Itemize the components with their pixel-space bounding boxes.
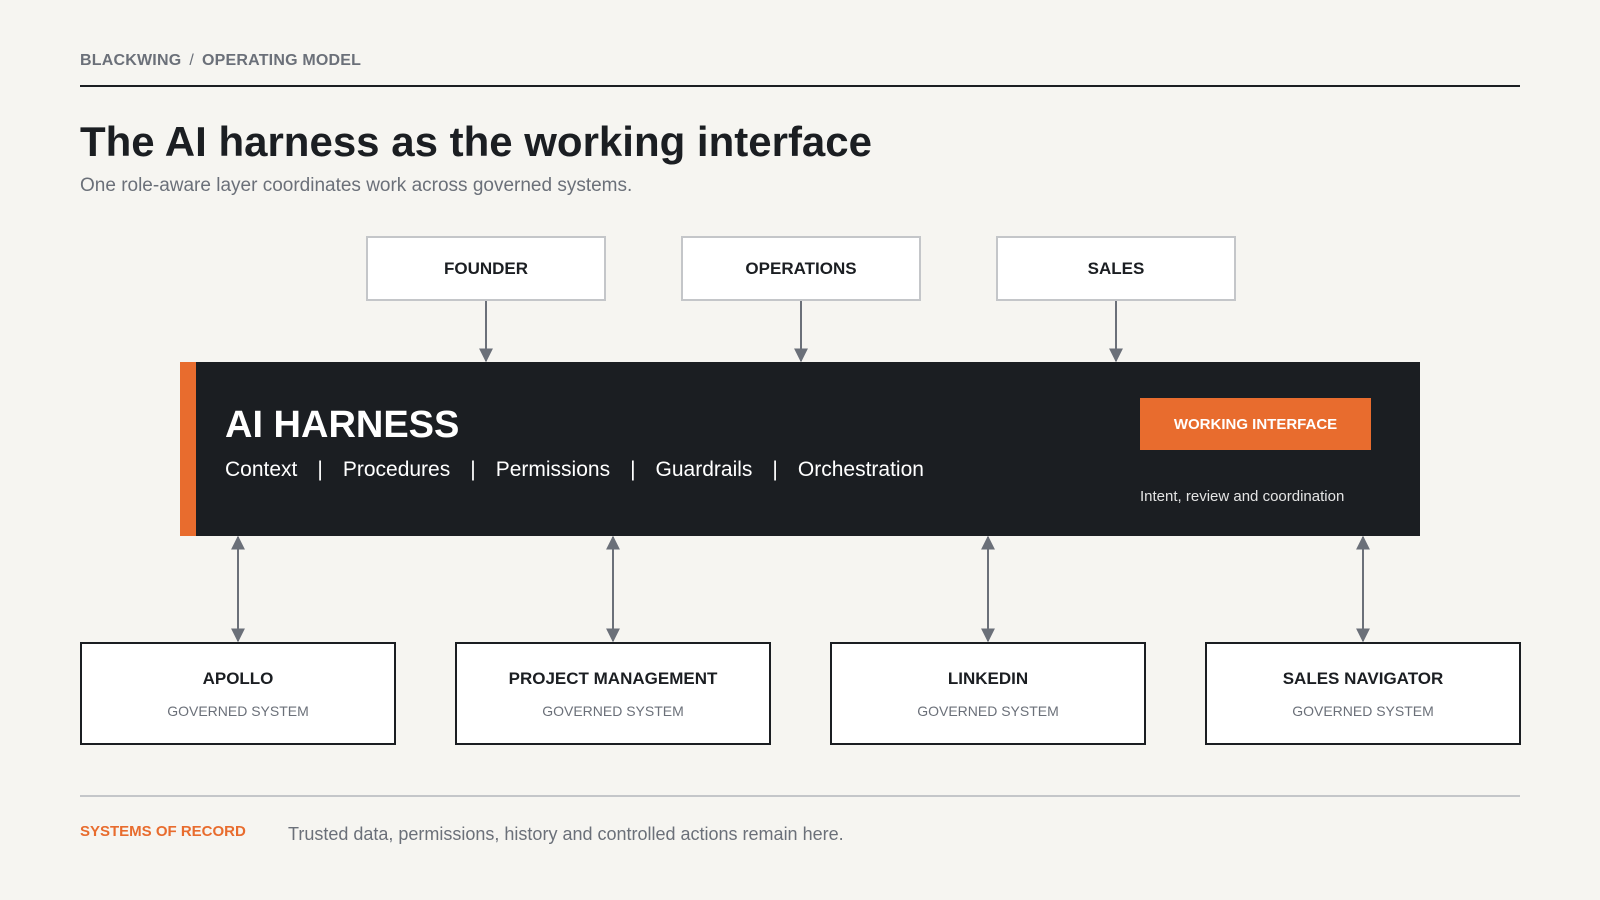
role-label: SALES [1087,258,1145,278]
footer-divider [80,795,1520,797]
harness-title: AI HARNESS [225,404,460,446]
system-type: GOVERNED SYSTEM [542,702,684,719]
system-type: GOVERNED SYSTEM [1292,702,1434,719]
footer-text: Trusted data, permissions, history and c… [288,824,844,844]
page-subtitle: One role-aware layer coordinates work ac… [80,175,633,196]
capability-guardrails: Guardrails [655,458,753,481]
role-box-sales: SALES [996,236,1236,301]
harness-accent-bar [180,362,196,536]
system-box-apollo: APOLLO GOVERNED SYSTEM [80,642,396,745]
page-title: The AI harness as the working interface [80,118,873,165]
badge-label: WORKING INTERFACE [1173,415,1338,433]
breadcrumb-section: OPERATING MODEL [202,52,362,69]
system-box-linkedin: LINKEDIN GOVERNED SYSTEM [830,642,1146,745]
harness-capabilities: Context | Procedures | Permissions | Gua… [225,458,924,482]
capability-divider: | [772,458,778,481]
capability-divider: | [630,458,636,481]
breadcrumb: BLACKWING / OPERATING MODEL [80,52,361,70]
role-label: OPERATIONS [745,258,857,278]
capability-divider: | [470,458,476,481]
system-type: GOVERNED SYSTEM [167,702,309,719]
role-box-founder: FOUNDER [366,236,606,301]
badge-caption: Intent, review and coordination [1140,488,1345,505]
capability-divider: | [317,458,323,481]
breadcrumb-company[interactable]: BLACKWING [80,52,181,69]
role-box-operations: OPERATIONS [681,236,921,301]
capability-context: Context [225,458,298,481]
capability-orchestration: Orchestration [797,458,924,481]
header-divider [80,85,1520,87]
ai-harness-panel: AI HARNESS Context | Procedures | Permis… [180,362,1420,536]
role-label: FOUNDER [443,258,529,278]
breadcrumb-separator: / [189,52,194,69]
system-name: APOLLO [202,668,274,688]
system-name: PROJECT MANAGEMENT [508,668,718,688]
system-name: LINKEDIN [947,668,1029,688]
system-box-sales-navigator: SALES NAVIGATOR GOVERNED SYSTEM [1205,642,1521,745]
system-box-project-management: PROJECT MANAGEMENT GOVERNED SYSTEM [455,642,771,745]
capability-procedures: Procedures [342,458,451,481]
system-type: GOVERNED SYSTEM [917,702,1059,719]
capability-permissions: Permissions [495,458,611,481]
system-name: SALES NAVIGATOR [1282,668,1444,688]
working-interface-badge: WORKING INTERFACE [1140,398,1371,450]
footer-label: SYSTEMS OF RECORD [80,823,246,840]
